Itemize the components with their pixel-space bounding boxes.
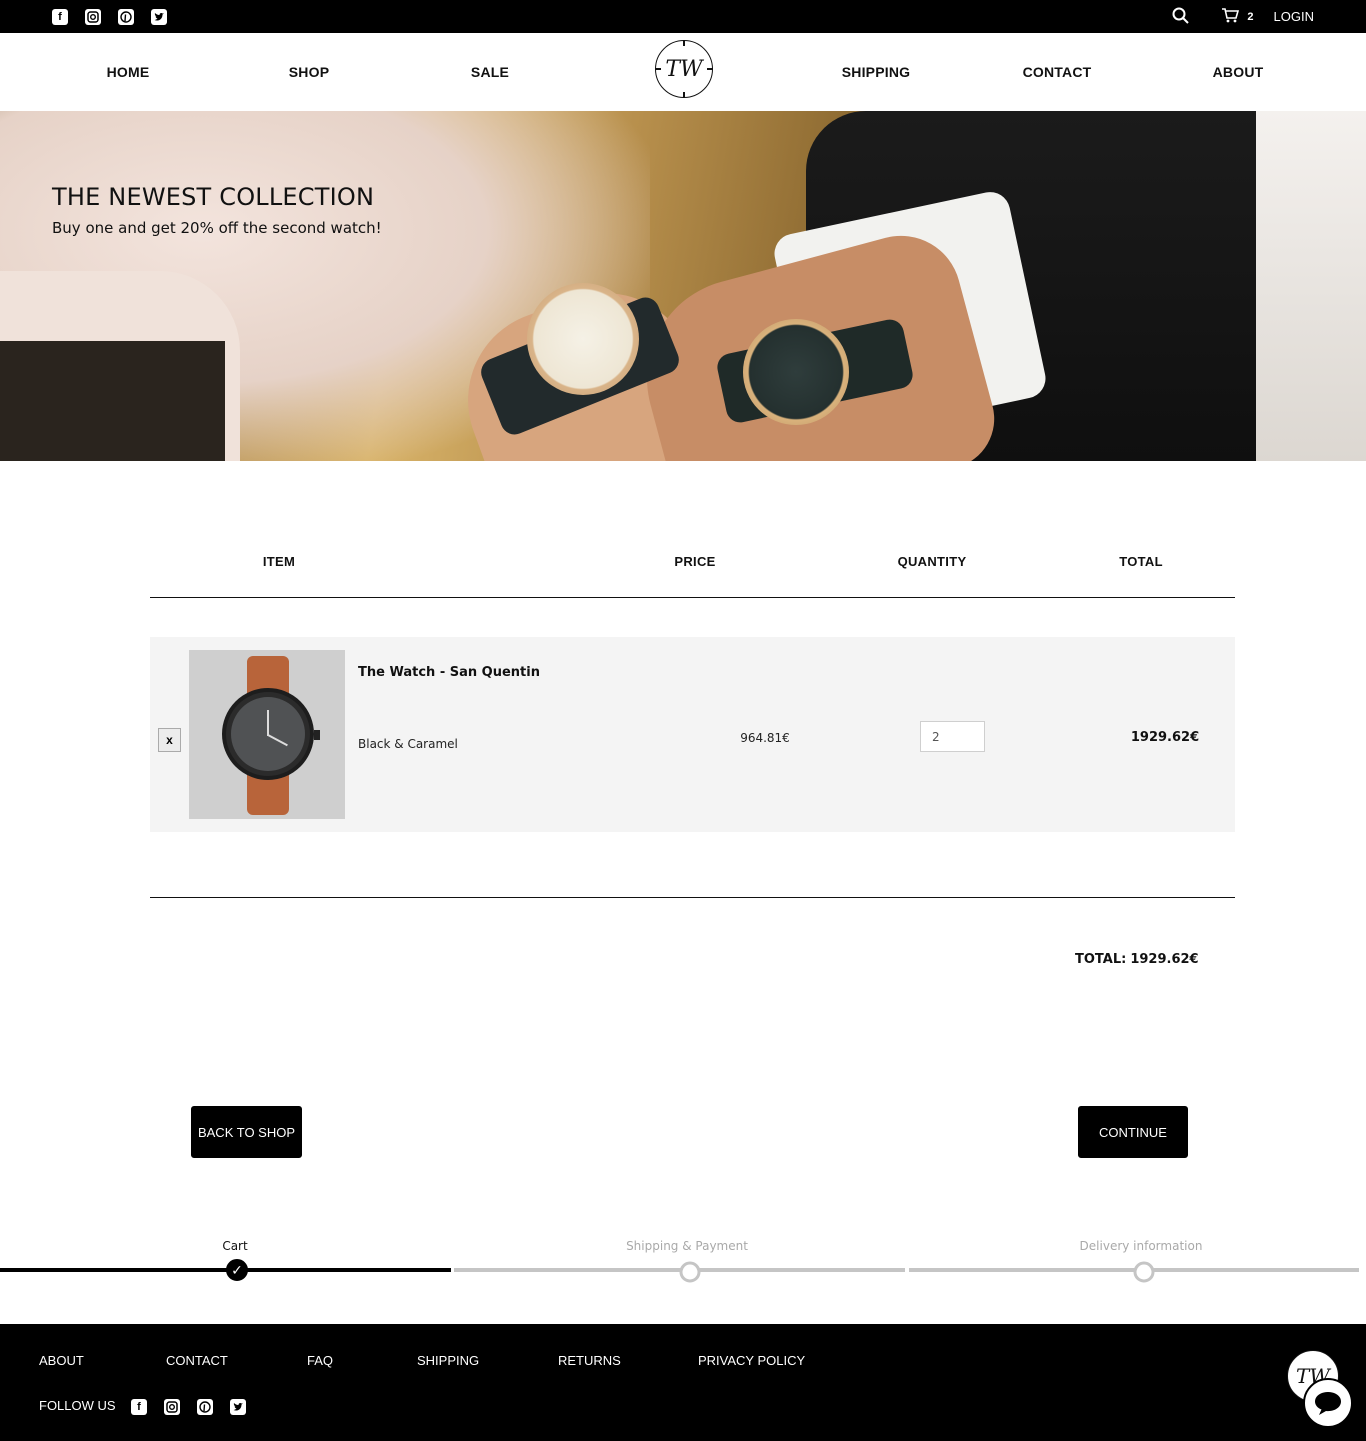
pinterest-icon[interactable] (197, 1399, 213, 1415)
header-price: PRICE (674, 554, 716, 569)
logo-tick (683, 40, 685, 46)
hero-photo-detail (0, 341, 225, 461)
hero-title: THE NEWEST COLLECTION (52, 183, 375, 211)
product-image[interactable] (189, 650, 345, 819)
facebook-icon[interactable]: f (131, 1399, 147, 1415)
product-variant: Black & Caramel (358, 737, 458, 751)
footer-faq[interactable]: FAQ (307, 1353, 333, 1368)
continue-button[interactable]: CONTINUE (1078, 1106, 1188, 1158)
step-label-delivery: Delivery information (1079, 1239, 1203, 1253)
quantity-input[interactable] (920, 721, 985, 752)
hero-subtitle: Buy one and get 20% off the second watch… (52, 219, 382, 237)
remove-item-button[interactable]: x (158, 728, 181, 752)
grand-total-value: 1929.62€ (1130, 952, 1199, 967)
site-logo[interactable]: TW (655, 40, 713, 98)
line-total: 1929.62€ (1130, 730, 1200, 745)
nav-contact[interactable]: CONTACT (1023, 64, 1092, 80)
grand-total: TOTAL: 1929.62€ (1075, 952, 1199, 967)
hero-watch-green (743, 319, 849, 425)
hero-photo-detail (1256, 111, 1366, 461)
step-label-cart: Cart (222, 1239, 248, 1253)
hero-watch-white (527, 283, 639, 395)
header-total: TOTAL (1119, 554, 1163, 569)
footer-returns[interactable]: RETURNS (558, 1353, 621, 1368)
top-social-links: f (52, 9, 167, 25)
product-price: 964.81€ (740, 731, 790, 745)
pinterest-icon[interactable] (118, 9, 134, 25)
product-image-crown (314, 730, 320, 740)
product-image-hand (267, 710, 269, 736)
nav-home[interactable]: HOME (107, 64, 150, 80)
divider (150, 597, 1235, 598)
hero-banner: THE NEWEST COLLECTION Buy one and get 20… (0, 111, 1366, 461)
logo-tick (683, 92, 685, 98)
step-label-shipping-payment: Shipping & Payment (626, 1239, 748, 1253)
logo-tick (655, 68, 661, 70)
instagram-icon[interactable] (85, 9, 101, 25)
step-circle-icon (679, 1261, 701, 1283)
top-right-actions: 2 LOGIN (1172, 0, 1314, 33)
footer-about[interactable]: ABOUT (39, 1353, 84, 1368)
search-icon[interactable] (1172, 7, 1190, 27)
product-name[interactable]: The Watch - San Quentin (358, 665, 540, 680)
footer: ABOUT CONTACT FAQ SHIPPING RETURNS PRIVA… (0, 1324, 1366, 1441)
login-link[interactable]: LOGIN (1274, 9, 1314, 24)
cart-row: x The Watch - San Quentin Black & Carame… (150, 637, 1235, 832)
logo-tick (707, 68, 713, 70)
main-nav: HOME SHOP SALE TW SHIPPING CONTACT ABOUT (0, 33, 1366, 111)
logo-text: TW (665, 56, 703, 82)
cart-count-badge: 2 (1247, 10, 1254, 23)
top-bar: f 2 LOGIN (0, 0, 1366, 33)
twitter-icon[interactable] (230, 1399, 246, 1415)
footer-shipping[interactable]: SHIPPING (417, 1353, 479, 1368)
footer-privacy-policy[interactable]: PRIVACY POLICY (698, 1353, 805, 1368)
facebook-icon[interactable]: f (52, 9, 68, 25)
nav-about[interactable]: ABOUT (1213, 64, 1264, 80)
cart-icon (1221, 7, 1240, 26)
nav-shipping[interactable]: SHIPPING (842, 64, 911, 80)
chat-icon[interactable] (1303, 1378, 1353, 1428)
footer-contact[interactable]: CONTACT (166, 1353, 228, 1368)
footer-social-links: f (131, 1399, 246, 1415)
twitter-icon[interactable] (151, 9, 167, 25)
grand-total-label: TOTAL: (1075, 952, 1127, 967)
follow-us-label: FOLLOW US (39, 1398, 116, 1413)
header-quantity: QUANTITY (897, 554, 967, 569)
back-to-shop-button[interactable]: BACK TO SHOP (191, 1106, 302, 1158)
step-circle-icon (1133, 1261, 1155, 1283)
divider (150, 897, 1235, 898)
cart-button[interactable]: 2 (1203, 7, 1254, 26)
check-icon: ✓ (226, 1259, 248, 1281)
instagram-icon[interactable] (164, 1399, 180, 1415)
nav-shop[interactable]: SHOP (289, 64, 329, 80)
header-item: ITEM (262, 554, 296, 569)
nav-sale[interactable]: SALE (471, 64, 509, 80)
